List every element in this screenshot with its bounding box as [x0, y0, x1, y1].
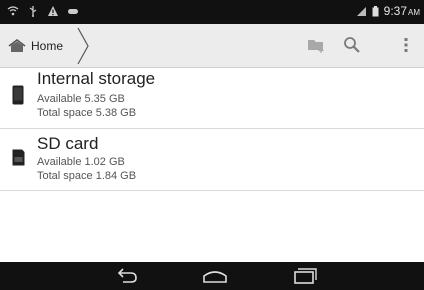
navigation-bar	[0, 262, 424, 290]
storage-total: Total space 1.84 GB	[37, 170, 137, 182]
breadcrumb-chevron-icon	[77, 27, 89, 65]
back-icon[interactable]	[115, 267, 139, 285]
storage-item-sd-card[interactable]: SD card Available 1.02 GB Total space 1.…	[0, 129, 424, 191]
home-folder-icon	[8, 39, 26, 52]
battery-icon	[372, 5, 379, 16]
storage-available: Available 5.35 GB	[37, 93, 125, 105]
status-right: 9:37AM	[356, 4, 420, 18]
warning-icon	[48, 6, 58, 16]
home-icon[interactable]	[202, 267, 228, 285]
breadcrumb-home[interactable]: Home	[8, 32, 63, 60]
storage-item-internal[interactable]: Internal storage Available 5.35 GB Total…	[0, 67, 424, 129]
action-bar: Home	[0, 24, 424, 68]
overflow-menu-icon[interactable]	[396, 35, 416, 55]
search-icon[interactable]	[342, 35, 362, 55]
breadcrumb-label: Home	[31, 39, 64, 53]
signal-icon	[356, 6, 366, 16]
gamepad-icon	[68, 9, 78, 14]
status-time: 9:37AM	[383, 4, 420, 18]
phone-icon	[12, 85, 24, 105]
sd-card-icon	[12, 149, 25, 166]
storage-available: Available 1.02 GB	[37, 156, 125, 168]
storage-name: Internal storage	[37, 69, 156, 88]
status-left-icons	[7, 5, 79, 17]
wifi-icon	[7, 6, 19, 16]
status-bar: 9:37AM	[0, 0, 424, 24]
usb-icon	[29, 6, 37, 17]
new-folder-icon[interactable]	[306, 35, 326, 55]
storage-list: Internal storage Available 5.35 GB Total…	[0, 67, 424, 191]
storage-name: SD card	[37, 134, 99, 153]
storage-total: Total space 5.38 GB	[37, 107, 137, 119]
recent-apps-icon[interactable]	[292, 267, 318, 285]
